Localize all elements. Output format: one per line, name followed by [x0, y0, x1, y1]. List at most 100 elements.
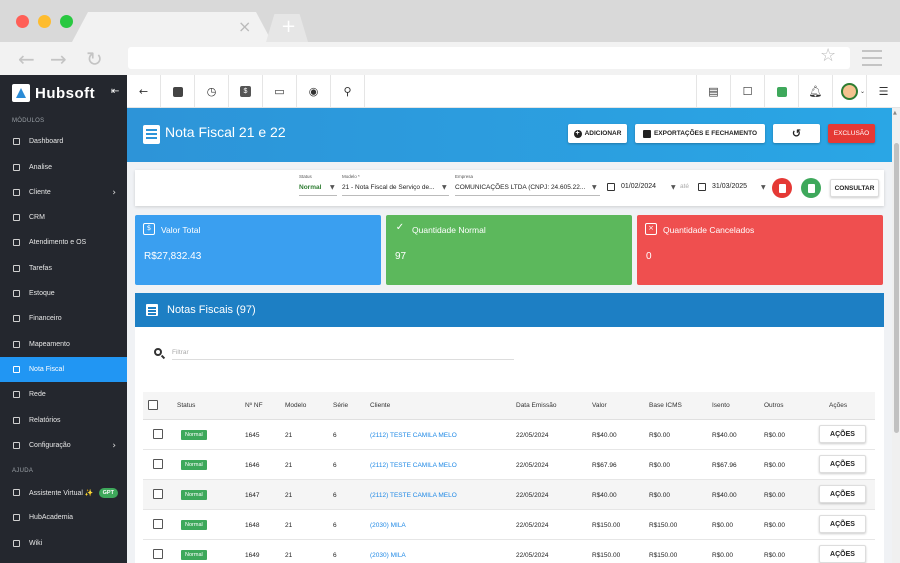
sidebar-item-tarefas[interactable]: Tarefas: [0, 256, 127, 281]
scroll-up-icon[interactable]: ▲: [893, 110, 897, 116]
sidebar-item-mapeamento[interactable]: Mapeamento: [0, 332, 127, 357]
dollar-icon[interactable]: $: [229, 75, 263, 108]
actions-button[interactable]: AÇÕES: [819, 515, 866, 533]
ticket-icon[interactable]: ◷: [195, 75, 229, 108]
company-caret-icon[interactable]: ▼: [592, 184, 597, 191]
bot-icon[interactable]: ☐: [730, 75, 764, 108]
hubsoft-logo[interactable]: Hubsoft: [12, 83, 95, 103]
list-menu-icon[interactable]: ☰: [866, 75, 900, 108]
export-excel-button[interactable]: [801, 178, 821, 198]
collapse-sidebar-icon[interactable]: ⇤: [111, 86, 119, 97]
exports-button[interactable]: EXPORTAÇÕES E FECHAMENTO: [635, 124, 765, 143]
column-header[interactable]: Cliente: [370, 402, 390, 409]
export-pdf-button[interactable]: [772, 178, 792, 198]
status-filter-select[interactable]: Normal: [299, 184, 321, 191]
actions-button[interactable]: AÇÕES: [819, 455, 866, 473]
maximize-window-button[interactable]: [60, 15, 73, 28]
search-icon[interactable]: ⚲: [331, 75, 365, 108]
browser-menu-icon[interactable]: [862, 50, 882, 71]
model-caret-icon[interactable]: ▼: [442, 184, 447, 191]
actions-button[interactable]: AÇÕES: [819, 545, 866, 563]
sidebar-help-android[interactable]: Assistente Virtual ✨ GPT: [0, 480, 127, 505]
reload-icon[interactable]: ↻: [86, 47, 103, 71]
sidebar-item-financeiro[interactable]: Financeiro: [0, 306, 127, 331]
delete-button[interactable]: EXCLUSÃO: [828, 124, 875, 143]
row-checkbox[interactable]: [153, 549, 163, 559]
address-bar[interactable]: [128, 47, 850, 69]
close-window-button[interactable]: [16, 15, 29, 28]
row-checkbox[interactable]: [153, 459, 163, 469]
date-to-caret-icon[interactable]: ▼: [761, 184, 766, 191]
column-header[interactable]: Status: [177, 402, 195, 409]
bookmark-star-icon[interactable]: ☆: [820, 45, 836, 66]
client-link[interactable]: (2112) TESTE CAMILA MELO: [370, 492, 457, 499]
forward-icon[interactable]: →: [50, 47, 67, 71]
add-button[interactable]: + ADICIONAR: [568, 124, 627, 143]
sidebar-item-rede[interactable]: Rede: [0, 382, 127, 407]
close-tab-icon[interactable]: ×: [238, 17, 251, 36]
back-arrow-icon[interactable]: ←: [127, 75, 161, 108]
column-header[interactable]: Ações: [829, 402, 847, 409]
sidebar-item-analise[interactable]: Analise: [0, 155, 127, 180]
client-link[interactable]: (2112) TESTE CAMILA MELO: [370, 462, 457, 469]
contact-card-icon[interactable]: [161, 75, 195, 108]
company-filter-select[interactable]: COMUNICAÇÕES LTDA (CNPJ: 24.605.22...: [455, 184, 585, 191]
row-checkbox[interactable]: [153, 429, 163, 439]
new-tab-button[interactable]: +: [266, 14, 308, 42]
sidebar-help-wiki[interactable]: Wiki: [0, 531, 127, 556]
row-checkbox[interactable]: [153, 519, 163, 529]
sidebar-help-youtube[interactable]: HubAcademia: [0, 505, 127, 530]
model-filter-select[interactable]: 21 - Nota Fiscal de Serviço de...: [342, 184, 435, 191]
actions-button[interactable]: AÇÕES: [819, 485, 866, 503]
history-button[interactable]: ↺: [773, 124, 820, 143]
column-header[interactable]: Modelo: [285, 402, 306, 409]
calendar-icon[interactable]: [698, 183, 706, 191]
column-header[interactable]: Data Emissão: [516, 402, 556, 409]
actions-button[interactable]: AÇÕES: [819, 425, 866, 443]
column-header[interactable]: Base ICMS: [649, 402, 682, 409]
row-checkbox[interactable]: [153, 489, 163, 499]
sidebar-item-cliente[interactable]: Cliente ›: [0, 180, 127, 205]
browser-tab-bar: × +: [0, 0, 900, 42]
date-to-input[interactable]: 31/03/2025: [712, 183, 747, 190]
client-link[interactable]: (2030) MILA: [370, 552, 406, 559]
eye-icon[interactable]: ◉: [297, 75, 331, 108]
list-icon: [146, 304, 158, 316]
dashboard-icon: [13, 138, 20, 145]
chat-check-icon[interactable]: [764, 75, 798, 108]
calendar-icon[interactable]: [607, 183, 615, 191]
sidebar-item-label: Relatórios: [29, 417, 61, 424]
user-avatar-icon[interactable]: [841, 83, 858, 100]
filter-input[interactable]: [172, 346, 514, 360]
table-cell-base: R$0.00: [649, 432, 670, 439]
pdf-file-icon[interactable]: ▤: [696, 75, 730, 108]
terminal-icon[interactable]: ▭: [263, 75, 297, 108]
minimize-window-button[interactable]: [38, 15, 51, 28]
chevron-down-icon[interactable]: ⌄: [860, 88, 865, 95]
client-link[interactable]: (2112) TESTE CAMILA MELO: [370, 432, 457, 439]
column-header[interactable]: Valor: [592, 402, 607, 409]
sidebar-item-label: Tarefas: [29, 265, 52, 272]
finance-icon: [13, 315, 20, 322]
sidebar-item-estoque[interactable]: Estoque: [0, 281, 127, 306]
bell-icon[interactable]: 🔔︎: [798, 75, 832, 108]
back-icon[interactable]: ←: [18, 47, 35, 71]
column-header[interactable]: Série: [333, 402, 348, 409]
column-header[interactable]: Nº NF: [245, 402, 263, 409]
client-link[interactable]: (2030) MILA: [370, 522, 406, 529]
sidebar-item-crm[interactable]: CRM: [0, 205, 127, 230]
sidebar-item-dashboard[interactable]: Dashboard: [0, 129, 127, 154]
column-header[interactable]: Outros: [764, 402, 784, 409]
date-from-input[interactable]: 01/02/2024: [621, 183, 656, 190]
consult-button[interactable]: CONSULTAR: [830, 179, 879, 197]
select-all-checkbox[interactable]: [148, 400, 158, 410]
sidebar-item-atendimento-e-os[interactable]: Atendimento e OS: [0, 230, 127, 255]
date-from-caret-icon[interactable]: ▼: [671, 184, 676, 191]
sidebar-item-nota-fiscal[interactable]: Nota Fiscal: [0, 357, 127, 382]
column-header[interactable]: Isento: [712, 402, 730, 409]
sidebar-item-relat-rios[interactable]: Relatórios: [0, 408, 127, 433]
status-caret-icon[interactable]: ▼: [330, 184, 335, 191]
scrollbar-thumb[interactable]: [894, 143, 899, 433]
sidebar-item-configura-o[interactable]: Configuração ›: [0, 433, 127, 458]
gear-icon: [13, 442, 20, 449]
